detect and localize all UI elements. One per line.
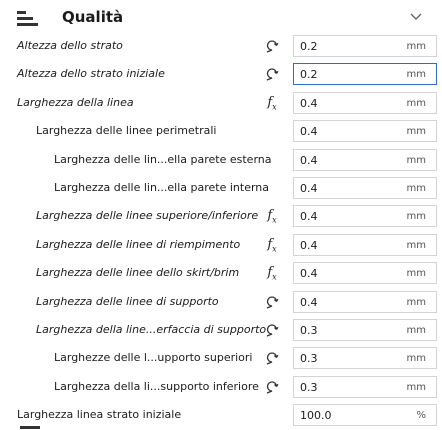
setting-unit: mm [406, 325, 426, 336]
setting-unit: mm [406, 353, 426, 365]
setting-label: Larghezza della li...supporto inferiore [54, 379, 259, 393]
setting-value: 100.0 [300, 409, 332, 423]
setting-value-field[interactable]: 100.0% [293, 404, 437, 427]
setting-label: Larghezza delle linee dello skirt/brim [36, 266, 240, 280]
function-icon[interactable]: fx [264, 208, 280, 225]
setting-value-field[interactable]: 0.4 mm [293, 177, 437, 199]
setting-value-field[interactable]: 0.4 mm [293, 91, 437, 114]
reset-icon[interactable] [264, 350, 280, 366]
setting-label: Larghezza delle linee di supporto [36, 294, 219, 308]
setting-label: Larghezza delle linee perimetrali [36, 124, 217, 138]
setting-value: 0.4 [300, 238, 318, 252]
setting-unit: % [416, 410, 426, 422]
setting-label: Altezza dello strato iniziale [17, 67, 165, 81]
setting-row: Larghezza delle linee di riempimento fx 0.… [0, 232, 442, 259]
setting-row: Altezza dello strato 0.2 mm [0, 33, 442, 60]
setting-unit: mm [406, 381, 426, 393]
function-icon[interactable]: fx [264, 237, 280, 254]
setting-row: Larghezza linea strato iniziale 100.0% [0, 402, 442, 429]
setting-value: 0.3 [300, 352, 318, 366]
setting-row: Larghezza della linea fx 0.4 mm [0, 90, 442, 117]
setting-value: 0.4 [300, 295, 318, 309]
setting-row: Larghezza delle linee di supporto 0.4 mm [0, 289, 442, 316]
setting-label: Larghezza della linea [17, 95, 134, 109]
setting-value-field[interactable]: 0.4 mm [293, 120, 437, 143]
setting-unit: mm [406, 239, 426, 251]
setting-row: Larghezza delle lin...ella parete estern… [0, 147, 442, 174]
setting-row: Larghezza delle lin...ella parete intern… [0, 175, 442, 202]
setting-row: Larghezze delle l...upporto superiori 0.3… [0, 345, 442, 372]
setting-value: 0.4 [300, 96, 318, 110]
setting-unit: mm [406, 183, 426, 194]
setting-value-field[interactable]: 0.4 mm [293, 262, 437, 285]
setting-value: 0.4 [300, 182, 318, 195]
setting-row: Larghezza delle linee dello skirt/brim fx… [0, 260, 442, 287]
setting-label: Larghezza linea strato iniziale [17, 408, 182, 422]
setting-row: Altezza dello strato iniziale 0.2 mm [0, 61, 442, 88]
category-header[interactable]: Qualità [0, 0, 442, 34]
setting-label: Larghezza delle linee di riempimento [36, 237, 241, 251]
setting-unit: mm [406, 69, 426, 81]
next-category-icon [20, 426, 40, 429]
setting-value: 0.3 [300, 324, 318, 337]
setting-unit: mm [406, 41, 426, 52]
function-icon[interactable]: fx [264, 265, 280, 282]
setting-unit: mm [406, 126, 426, 138]
category-layers-icon [17, 11, 39, 29]
setting-label: Larghezza delle lin...ella parete intern… [54, 181, 270, 194]
setting-unit: mm [406, 97, 426, 109]
setting-value: 0.4 [300, 125, 318, 139]
reset-icon[interactable] [264, 322, 280, 338]
setting-value-field[interactable]: 0.3 mm [293, 375, 437, 398]
setting-row: Larghezza delle linee perimetrali 0.4 mm [0, 118, 442, 145]
chevron-down-icon[interactable] [408, 8, 424, 24]
reset-icon[interactable] [264, 379, 280, 395]
setting-label: Larghezza della line...erfaccia di suppo… [36, 323, 267, 336]
function-icon[interactable]: fx [264, 95, 280, 112]
setting-unit: mm [406, 154, 426, 166]
reset-icon[interactable] [264, 66, 280, 82]
reset-icon[interactable] [264, 38, 280, 54]
setting-value: 0.4 [300, 267, 318, 281]
setting-row: Larghezza della line...erfaccia di suppo… [0, 317, 442, 344]
setting-value: 0.2 [300, 68, 318, 82]
setting-value: 0.4 [300, 153, 318, 167]
category-title: Qualità [62, 8, 124, 26]
setting-value-field[interactable]: 0.2 mm [293, 63, 437, 86]
setting-label: Larghezze delle l...upporto superiori [54, 351, 253, 365]
setting-value-field[interactable]: 0.3 mm [293, 319, 437, 341]
setting-unit: mm [406, 211, 426, 223]
setting-value: 0.4 [300, 210, 318, 224]
setting-value-field[interactable]: 0.4 mm [293, 290, 437, 313]
setting-value-field[interactable]: 0.2 mm [293, 35, 437, 57]
setting-label: Larghezza delle lin...ella parete estern… [54, 152, 272, 166]
setting-row: Larghezza delle linee superiore/inferior… [0, 203, 442, 230]
setting-value: 0.3 [300, 380, 318, 394]
setting-value-field[interactable]: 0.4 mm [293, 148, 437, 171]
setting-value: 0.2 [300, 40, 318, 53]
setting-label: Larghezza delle linee superiore/inferior… [36, 209, 259, 223]
setting-value-field[interactable]: 0.4 mm [293, 233, 437, 256]
setting-value-field[interactable]: 0.3 mm [293, 347, 437, 370]
setting-unit: mm [406, 296, 426, 308]
setting-unit: mm [406, 268, 426, 280]
setting-row: Larghezza della li...supporto inferiore 0… [0, 374, 442, 401]
reset-icon[interactable] [264, 294, 280, 310]
setting-value-field[interactable]: 0.4 mm [293, 205, 437, 228]
setting-label: Altezza dello strato [17, 39, 123, 52]
